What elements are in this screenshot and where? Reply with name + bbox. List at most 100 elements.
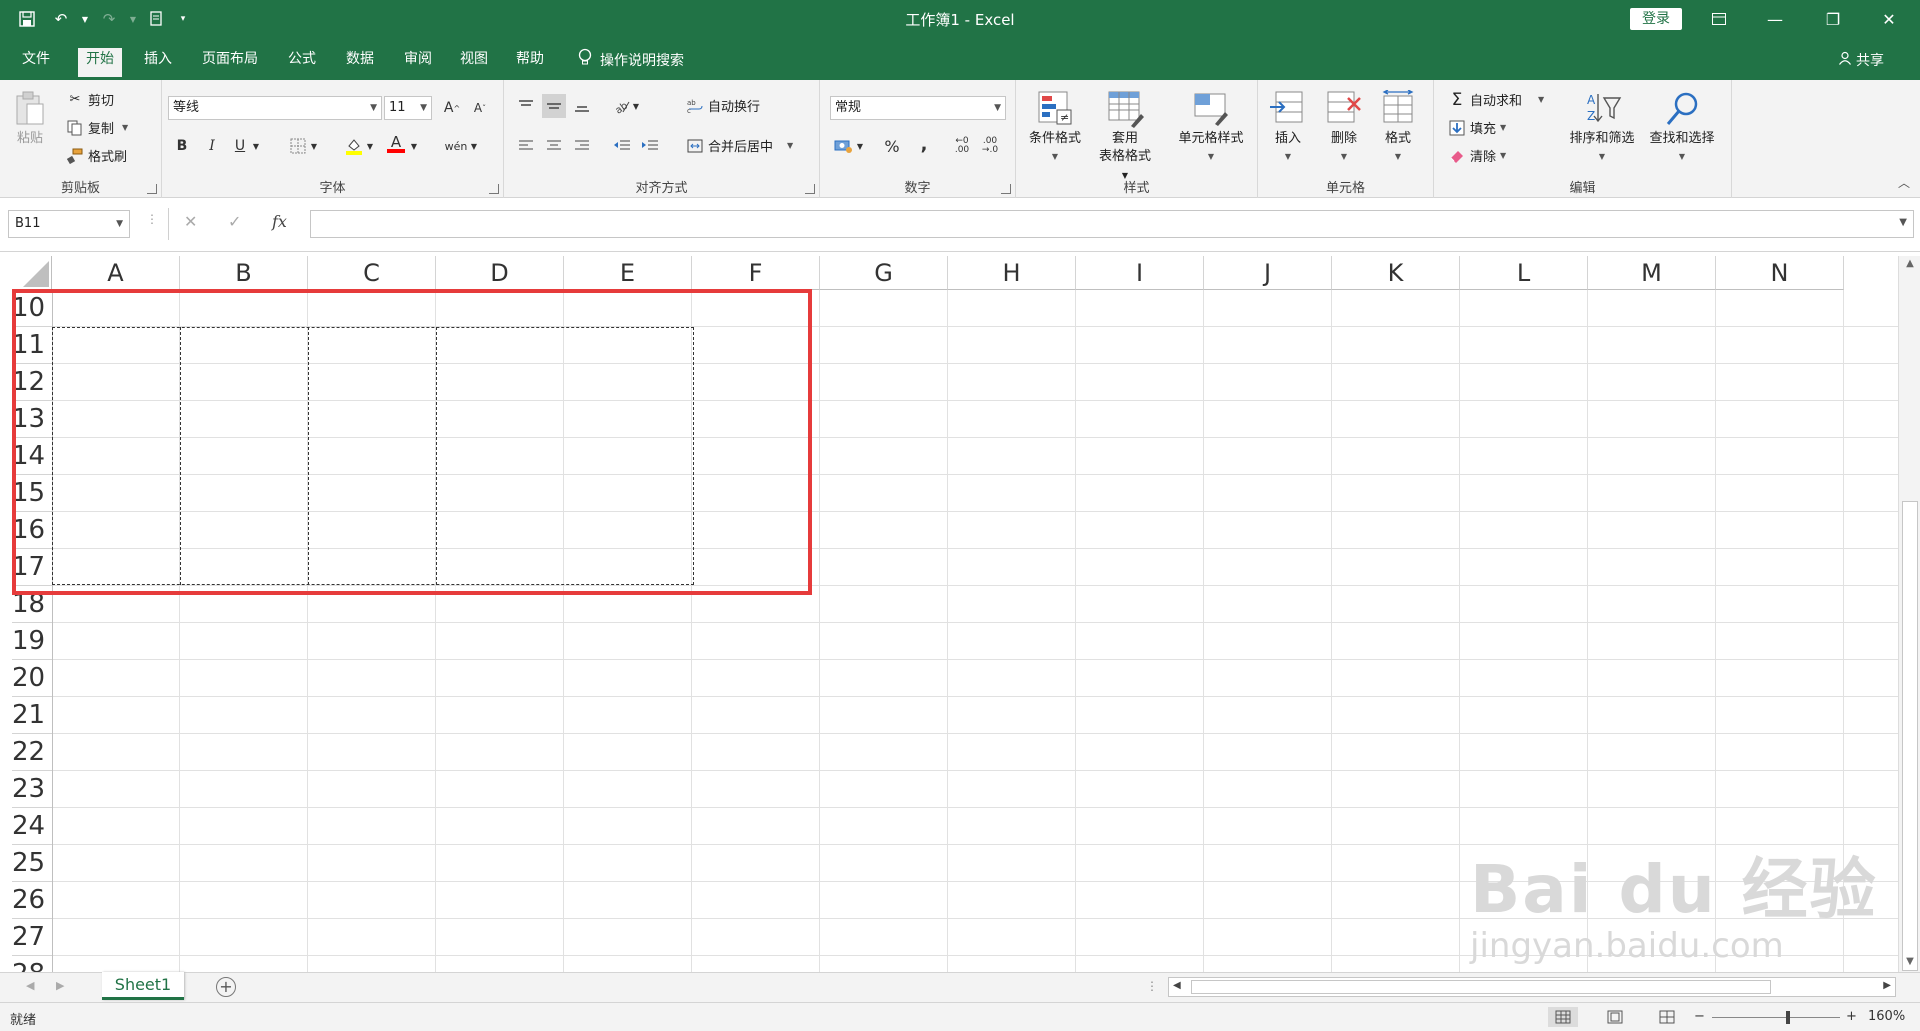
align-top-icon[interactable] xyxy=(514,94,538,118)
select-all-button[interactable] xyxy=(12,256,52,290)
clear-button[interactable]: 清除 ▼ xyxy=(1448,146,1506,165)
column-header-j[interactable]: J xyxy=(1204,256,1332,290)
minimize-icon[interactable]: — xyxy=(1752,0,1798,38)
align-left-icon[interactable] xyxy=(514,134,538,158)
align-right-icon[interactable] xyxy=(570,134,594,158)
scroll-left-icon[interactable]: ◀ xyxy=(1173,980,1181,991)
ribbon-display-options-icon[interactable] xyxy=(1696,0,1742,38)
format-cells-button[interactable]: 格式 ▼ xyxy=(1370,89,1426,166)
accounting-format-icon[interactable] xyxy=(832,134,856,158)
comma-style-button[interactable]: , xyxy=(912,132,936,156)
scroll-right-icon[interactable]: ▶ xyxy=(1883,980,1891,991)
insert-cells-button[interactable]: 插入 ▼ xyxy=(1260,90,1316,166)
zoom-level[interactable]: 160% xyxy=(1868,1009,1905,1024)
tab-view[interactable]: 视图 xyxy=(452,48,496,80)
fill-button[interactable]: 填充 ▼ xyxy=(1448,118,1506,137)
zoom-out-button[interactable]: − xyxy=(1694,1009,1705,1024)
wrap-text-button[interactable]: ab c 自动换行 xyxy=(686,96,760,116)
clear-dropdown-icon[interactable]: ▼ xyxy=(1500,151,1506,160)
cut-button[interactable]: ✂ 剪切 xyxy=(66,90,114,109)
insert-function-button[interactable]: fx xyxy=(272,212,287,231)
sort-filter-button[interactable]: AZ 排序和筛选 ▼ xyxy=(1562,90,1642,166)
decrease-indent-icon[interactable] xyxy=(610,134,634,158)
align-middle-icon[interactable] xyxy=(542,94,566,118)
borders-dropdown-icon[interactable]: ▼ xyxy=(308,134,320,158)
font-color-dropdown-icon[interactable]: ▼ xyxy=(408,134,420,158)
tab-review[interactable]: 审阅 xyxy=(396,48,440,80)
underline-button[interactable]: U xyxy=(228,134,252,158)
scroll-up-icon[interactable]: ▲ xyxy=(1903,258,1917,272)
horizontal-scroll-thumb[interactable] xyxy=(1191,980,1771,994)
tab-insert[interactable]: 插入 xyxy=(136,48,180,80)
format-as-table-button[interactable]: 套用 表格格式 ▼ xyxy=(1094,90,1156,185)
font-launcher-icon[interactable] xyxy=(489,184,499,194)
page-break-view-icon[interactable] xyxy=(1652,1007,1682,1027)
scroll-down-icon[interactable]: ▼ xyxy=(1903,956,1917,970)
vertical-scrollbar[interactable]: ▲ ▼ xyxy=(1898,256,1920,972)
row-header-23[interactable]: 23 xyxy=(12,771,52,808)
restore-icon[interactable]: ❐ xyxy=(1810,0,1856,38)
increase-decimal-icon[interactable]: ←0.00 xyxy=(950,134,974,158)
next-sheet-icon[interactable]: ▶ xyxy=(56,979,64,992)
cancel-icon[interactable]: ✕ xyxy=(184,212,197,231)
column-header-l[interactable]: L xyxy=(1460,256,1588,290)
percent-button[interactable]: % xyxy=(880,134,904,158)
sheet-tab-sheet1[interactable]: Sheet1 xyxy=(102,972,184,1000)
column-header-m[interactable]: M xyxy=(1588,256,1716,290)
increase-indent-icon[interactable] xyxy=(638,134,662,158)
enter-icon[interactable]: ✓ xyxy=(228,212,241,231)
format-painter-button[interactable]: 格式刷 xyxy=(66,146,127,165)
tab-home[interactable]: 开始 xyxy=(78,48,122,80)
horizontal-scrollbar[interactable]: ◀ ▶ xyxy=(1168,977,1896,997)
alignment-launcher-icon[interactable] xyxy=(805,184,815,194)
font-color-icon[interactable]: A xyxy=(384,132,408,156)
orientation-dropdown-icon[interactable]: ▼ xyxy=(630,94,642,118)
conditional-formatting-button[interactable]: ≠ 条件格式 ▼ xyxy=(1024,90,1086,166)
underline-dropdown-icon[interactable]: ▼ xyxy=(250,134,262,158)
column-header-a[interactable]: A xyxy=(52,256,180,290)
align-center-icon[interactable] xyxy=(542,134,566,158)
borders-icon[interactable] xyxy=(286,134,310,158)
autosum-button[interactable]: Σ 自动求和 ▼ xyxy=(1448,90,1545,110)
row-header-24[interactable]: 24 xyxy=(12,808,52,845)
row-header-25[interactable]: 25 xyxy=(12,845,52,882)
row-header-19[interactable]: 19 xyxy=(12,623,52,660)
row-header-22[interactable]: 22 xyxy=(12,734,52,771)
number-format-combo[interactable]: 常规 ▼ xyxy=(830,96,1006,120)
column-header-c[interactable]: C xyxy=(308,256,436,290)
tab-help[interactable]: 帮助 xyxy=(508,48,552,80)
fill-color-dropdown-icon[interactable]: ▼ xyxy=(364,134,376,158)
normal-view-icon[interactable] xyxy=(1548,1007,1578,1027)
align-bottom-icon[interactable] xyxy=(570,94,594,118)
column-header-b[interactable]: B xyxy=(180,256,308,290)
row-header-26[interactable]: 26 xyxy=(12,882,52,919)
row-header-20[interactable]: 20 xyxy=(12,660,52,697)
decrease-decimal-icon[interactable]: .00 →.0 xyxy=(978,134,1002,158)
column-header-n[interactable]: N xyxy=(1716,256,1844,290)
accounting-dropdown-icon[interactable]: ▼ xyxy=(854,134,866,158)
name-box[interactable]: B11 ▼ xyxy=(8,210,130,238)
cell-styles-button[interactable]: 单元格样式 ▼ xyxy=(1170,90,1252,166)
row-header-27[interactable]: 27 xyxy=(12,919,52,956)
phonetic-dropdown-icon[interactable]: ▼ xyxy=(468,134,480,158)
column-header-d[interactable]: D xyxy=(436,256,564,290)
autosum-dropdown-icon[interactable]: ▼ xyxy=(1538,95,1544,104)
decrease-font-icon[interactable]: Aˇ xyxy=(468,96,492,120)
tab-data[interactable]: 数据 xyxy=(338,48,382,80)
italic-button[interactable]: I xyxy=(200,134,224,158)
formula-input[interactable]: ▼ xyxy=(310,210,1914,238)
clipboard-launcher-icon[interactable] xyxy=(147,184,157,194)
fill-color-icon[interactable] xyxy=(342,134,366,158)
expand-formula-icon[interactable]: ▼ xyxy=(1899,217,1907,228)
merge-center-button[interactable]: 合并后居中 ▼ xyxy=(686,136,793,155)
paste-button[interactable]: 粘贴 xyxy=(6,90,54,148)
close-icon[interactable]: ✕ xyxy=(1866,0,1912,38)
column-header-g[interactable]: G xyxy=(820,256,948,290)
tab-formulas[interactable]: 公式 xyxy=(280,48,324,80)
number-launcher-icon[interactable] xyxy=(1001,184,1011,194)
zoom-in-button[interactable]: + xyxy=(1846,1009,1857,1024)
collapse-ribbon-icon[interactable]: ︿ xyxy=(1898,174,1910,191)
font-name-combo[interactable]: 等线 ▼ xyxy=(168,96,382,120)
zoom-slider[interactable] xyxy=(1712,1011,1840,1024)
row-header-21[interactable]: 21 xyxy=(12,697,52,734)
